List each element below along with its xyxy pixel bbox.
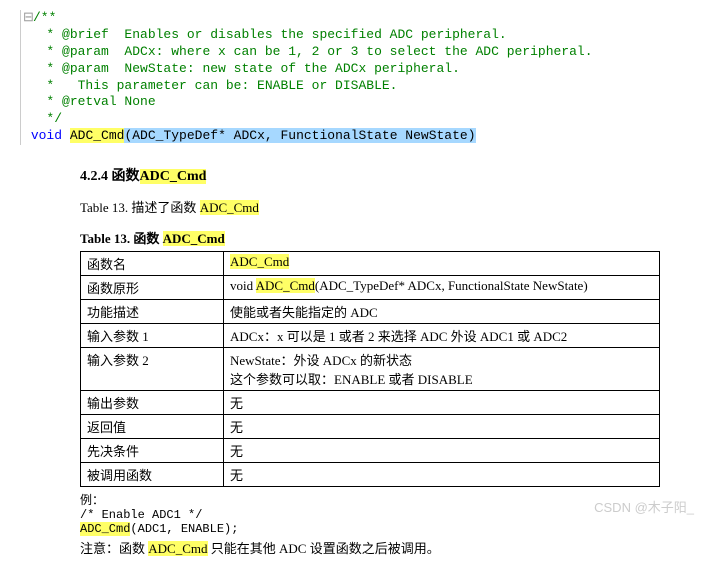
example-fn: ADC_Cmd xyxy=(80,522,130,536)
table-row: 先决条件 无 xyxy=(81,439,660,463)
watermark: CSDN @木子阳_ xyxy=(594,497,694,516)
cell-value: NewState：外设 ADCx 的新状态 这个参数可以取：ENABLE 或者 … xyxy=(224,348,660,391)
cell-value: 使能或者失能指定的 ADC xyxy=(224,300,660,324)
caption-hl: ADC_Cmd xyxy=(200,200,259,215)
cell-value: ADCx：x 可以是 1 或者 2 来选择 ADC 外设 ADC1 或 ADC2 xyxy=(224,324,660,348)
caption-pre: Table 13. 描述了函数 xyxy=(80,200,200,215)
cell-label: 输入参数 2 xyxy=(81,348,224,391)
table-row: 被调用函数 无 xyxy=(81,463,660,487)
cell-value: void ADC_Cmd(ADC_TypeDef* ADCx, Function… xyxy=(224,276,660,300)
function-name: ADC_Cmd xyxy=(70,128,125,143)
fn-name: ADC_Cmd xyxy=(230,254,289,269)
fn-name: ADC_Cmd xyxy=(256,278,315,293)
cell-value: ADC_Cmd xyxy=(224,252,660,276)
note-hl: ADC_Cmd xyxy=(148,541,207,556)
function-info-table: 函数名 ADC_Cmd 函数原形 void ADC_Cmd(ADC_TypeDe… xyxy=(80,251,660,487)
note-line: 注意：函数 ADC_Cmd 只能在其他 ADC 设置函数之后被调用。 xyxy=(80,538,686,557)
table-row: 函数原形 void ADC_Cmd(ADC_TypeDef* ADCx, Fun… xyxy=(81,276,660,300)
table-caption-hl: ADC_Cmd xyxy=(163,231,225,246)
example-call-rest: (ADC1, ENABLE); xyxy=(130,522,238,536)
table-row: 返回值 无 xyxy=(81,415,660,439)
table-row: 函数名 ADC_Cmd xyxy=(81,252,660,276)
fold-gutter-icon: ⊟ xyxy=(23,10,33,27)
doc-comment-open: /** xyxy=(33,10,56,25)
section-number: 4.2.4 xyxy=(80,169,108,184)
section-prefix: 函数 xyxy=(112,169,140,184)
table-row: 输入参数 2 NewState：外设 ADCx 的新状态 这个参数可以取：ENA… xyxy=(81,348,660,391)
cell-value: 无 xyxy=(224,463,660,487)
example-comment: /* Enable ADC1 */ xyxy=(80,508,202,522)
cell-label: 返回值 xyxy=(81,415,224,439)
table-row: 输入参数 1 ADCx：x 可以是 1 或者 2 来选择 ADC 外设 ADC1… xyxy=(81,324,660,348)
doc-comment-close: */ xyxy=(31,111,62,126)
doc-comment-line: * @retval None xyxy=(31,94,156,109)
table-caption: Table 13. 函数 ADC_Cmd xyxy=(80,228,686,247)
table-row: 输出参数 无 xyxy=(81,391,660,415)
table-caption-pre: Table 13. 函数 xyxy=(80,231,163,246)
cell-label: 先决条件 xyxy=(81,439,224,463)
note-pre: 注意：函数 xyxy=(80,541,148,556)
code-block: ⊟/** * @brief Enables or disables the sp… xyxy=(20,10,686,145)
example-head: 例： xyxy=(80,494,104,508)
keyword-void: void xyxy=(31,128,62,143)
cell-label: 被调用函数 xyxy=(81,463,224,487)
table-caption-sentence: Table 13. 描述了函数 ADC_Cmd xyxy=(80,197,686,216)
cell-label: 输出参数 xyxy=(81,391,224,415)
cell-value: 无 xyxy=(224,439,660,463)
doc-comment-line: * This parameter can be: ENABLE or DISAB… xyxy=(31,78,398,93)
cell-label: 函数原形 xyxy=(81,276,224,300)
section-heading: 4.2.4 函数ADC_Cmd xyxy=(80,165,686,185)
doc-comment-line: * @brief Enables or disables the specifi… xyxy=(31,27,507,42)
table-row: 功能描述 使能或者失能指定的 ADC xyxy=(81,300,660,324)
function-args: (ADC_TypeDef* ADCx, FunctionalState NewS… xyxy=(124,128,475,143)
cell-label: 功能描述 xyxy=(81,300,224,324)
doc-comment-line: * @param ADCx: where x can be 1, 2 or 3 … xyxy=(31,44,593,59)
cell-value: 无 xyxy=(224,391,660,415)
doc-comment-line: * @param NewState: new state of the ADCx… xyxy=(31,61,460,76)
cell-label: 输入参数 1 xyxy=(81,324,224,348)
section-name: ADC_Cmd xyxy=(140,169,207,184)
note-post: 只能在其他 ADC 设置函数之后被调用。 xyxy=(208,541,440,556)
cell-value: 无 xyxy=(224,415,660,439)
cell-label: 函数名 xyxy=(81,252,224,276)
